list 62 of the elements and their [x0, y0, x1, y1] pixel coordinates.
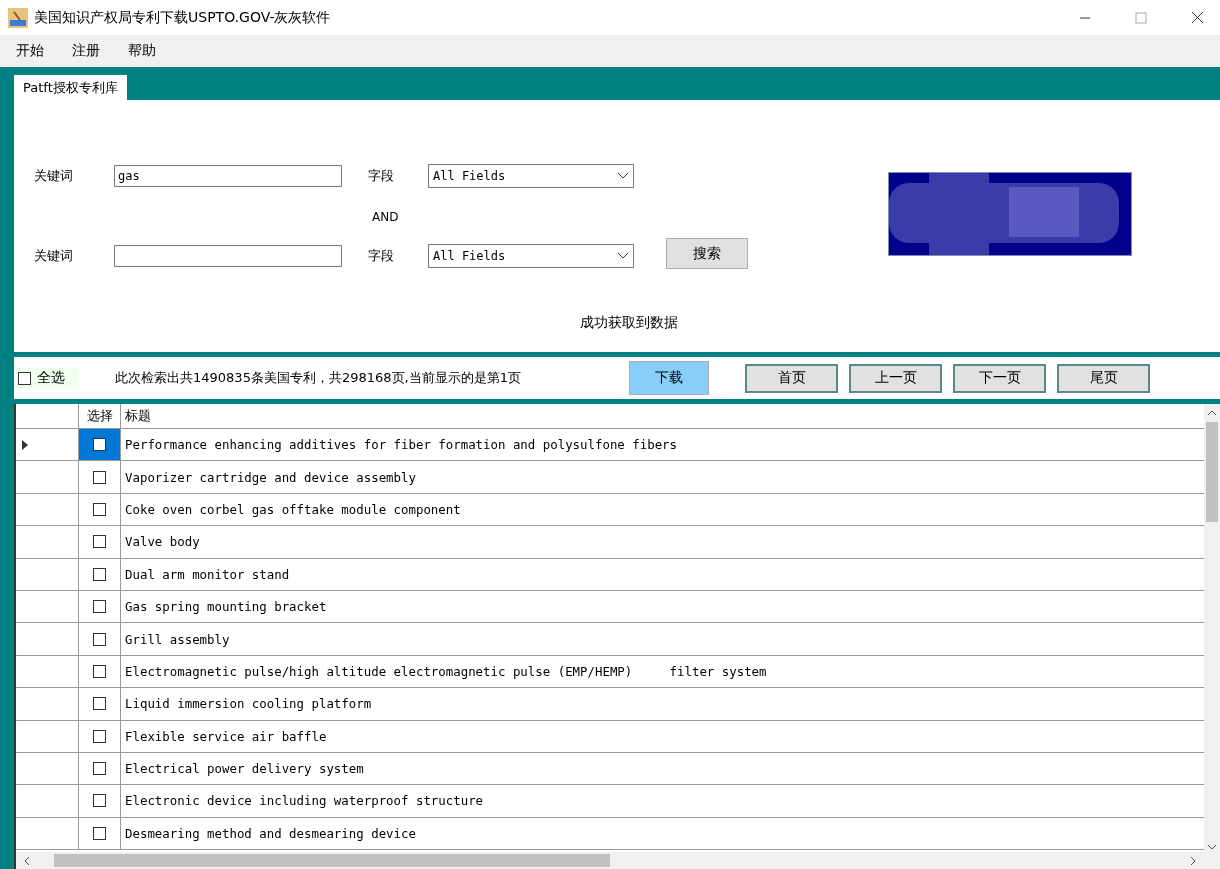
table-cell: Electrical power delivery system	[125, 761, 364, 777]
keyword-label: 关键词	[34, 167, 74, 185]
row-checkbox[interactable]	[93, 794, 106, 808]
menu-item[interactable]: 开始	[8, 42, 52, 60]
scrollbar-thumb[interactable]	[1206, 422, 1218, 522]
tab[interactable]: Patft授权专利库	[14, 75, 127, 100]
row-checkbox[interactable]	[93, 567, 106, 581]
operator-label: AND	[372, 210, 399, 224]
app-icon	[8, 7, 28, 28]
search-button[interactable]: 搜索	[666, 238, 748, 269]
menu-item[interactable]: 注册	[64, 42, 108, 60]
row-checkbox[interactable]	[93, 697, 106, 711]
row-checkbox[interactable]	[93, 535, 106, 549]
result-summary: 此次检索出共1490835条美国专利，共298168页,当前显示的是第1页	[115, 369, 522, 387]
download-button[interactable]: 下载	[629, 361, 709, 395]
row-checkbox[interactable]	[93, 826, 106, 840]
table-cell: Flexible service air baffle	[125, 728, 327, 744]
chevron-icon	[617, 252, 629, 260]
table-cell: Liquid immersion cooling platform	[125, 696, 372, 712]
table-cell: Dual arm monitor stand	[125, 566, 290, 582]
pager-button[interactable]: 下一页	[953, 363, 1046, 393]
row-checkbox[interactable]	[93, 664, 106, 678]
row-checkbox[interactable]	[93, 632, 106, 646]
window-title: 美国知识产权局专利下载USPTO.GOV-灰灰软件	[34, 8, 332, 27]
table-cell: Desmearing method and desmearing device	[125, 825, 416, 841]
scrollbar-thumb[interactable]	[54, 854, 610, 867]
table-cell: Electromagnetic pulse/high altitude electromagnetic pulse (EMP/HEMP) filter system	[125, 663, 767, 679]
pager-button[interactable]: 首页	[745, 363, 838, 393]
row-checkbox[interactable]	[93, 729, 106, 743]
field-dropdown[interactable]: All Fields	[428, 164, 634, 188]
scroll-right-icon[interactable]	[1188, 855, 1198, 866]
keyword-field[interactable]	[114, 245, 342, 267]
scroll-up-icon[interactable]	[1207, 408, 1217, 418]
row-checkbox[interactable]	[93, 600, 106, 614]
table-cell: Electronic device including waterproof structure	[125, 793, 484, 809]
chevron-icon	[617, 172, 629, 180]
table-cell: Grill assembly	[125, 631, 230, 647]
row-checkbox[interactable]	[93, 762, 106, 776]
table-cell: Performance enhancing additives for fiber formation and polysulfone fibers	[125, 437, 678, 453]
field-dropdown[interactable]: All Fields	[428, 244, 634, 268]
scroll-down-icon[interactable]	[1207, 842, 1217, 852]
table-cell: Vaporizer cartridge and device assembly	[125, 469, 416, 485]
row-checkbox[interactable]	[93, 470, 106, 484]
field-label: 字段	[368, 167, 395, 185]
checkbox-cell[interactable]	[78, 429, 120, 461]
keyword-field[interactable]: gas	[114, 165, 342, 187]
row-checkbox[interactable]	[93, 438, 106, 452]
column-header: 选择	[86, 407, 113, 425]
column-header: 标题	[125, 407, 151, 425]
menu-item[interactable]: 帮助	[120, 42, 164, 60]
row-checkbox[interactable]	[93, 502, 106, 516]
keyword-label: 关键词	[34, 247, 74, 265]
pager-button[interactable]: 上一页	[849, 363, 942, 393]
field-label: 字段	[368, 247, 395, 265]
table-cell: Valve body	[125, 534, 200, 550]
table-cell: Coke oven corbel gas offtake module component	[125, 501, 461, 517]
status-message: 成功获取到数据	[580, 314, 678, 332]
table-cell: Gas spring mounting bracket	[125, 599, 327, 615]
pager-button[interactable]: 尾页	[1057, 363, 1150, 393]
scroll-left-icon[interactable]	[22, 855, 32, 866]
row-pointer-icon	[22, 439, 28, 450]
select-all-checkbox[interactable]: 全选	[14, 368, 79, 388]
